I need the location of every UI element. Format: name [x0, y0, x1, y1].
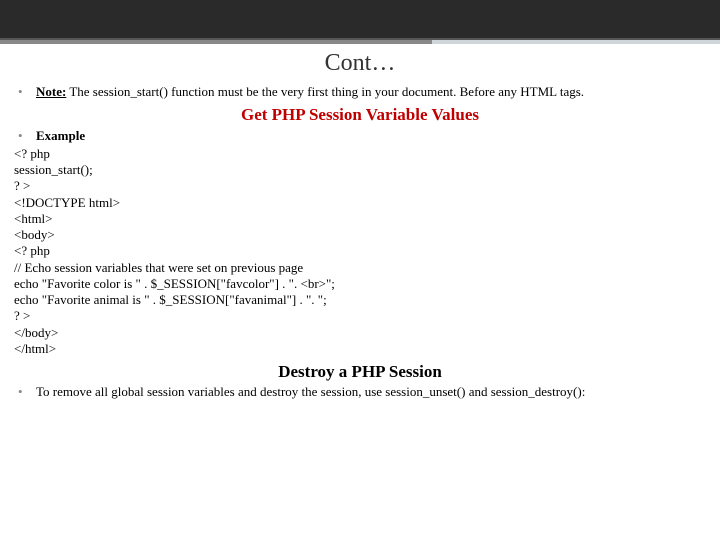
example-label: Example — [36, 128, 85, 143]
slide: Cont… Note: The session_start() function… — [0, 0, 720, 540]
note-line: Note: The session_start() function must … — [32, 84, 706, 100]
destroy-text: To remove all global session variables a… — [32, 384, 706, 400]
note-label: Note: — [36, 84, 66, 99]
section-heading-destroy: Destroy a PHP Session — [14, 361, 706, 382]
example-line: Example — [32, 128, 706, 144]
bullet-list-example: Example — [14, 128, 706, 144]
slide-top-bar — [0, 0, 720, 40]
slide-content: Note: The session_start() function must … — [14, 84, 706, 403]
slide-title: Cont… — [0, 50, 720, 77]
code-block: <? php session_start(); ? > <!DOCTYPE ht… — [14, 146, 706, 357]
bullet-list-destroy: To remove all global session variables a… — [14, 384, 706, 400]
bullet-list-note: Note: The session_start() function must … — [14, 84, 706, 100]
section-heading-get: Get PHP Session Variable Values — [14, 104, 706, 125]
note-text: The session_start() function must be the… — [66, 84, 584, 99]
